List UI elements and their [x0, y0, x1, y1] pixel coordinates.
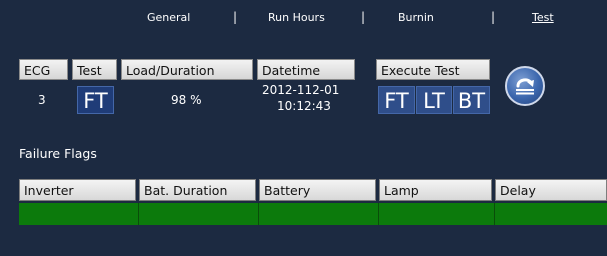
nav-separator: |	[491, 10, 496, 24]
execute-bt-button[interactable]: BT	[453, 86, 490, 114]
column-header-inverter: Inverter	[19, 179, 136, 201]
top-nav: General | Run Hours | Burnin | Test	[0, 0, 607, 36]
flag-cell-lamp	[379, 203, 495, 225]
nav-separator: |	[233, 10, 238, 24]
test-type-value: FT	[77, 86, 114, 114]
header-test: Test	[72, 59, 117, 80]
tab-general[interactable]: General	[147, 11, 190, 24]
run-test-button[interactable]	[505, 66, 545, 106]
ecg-value: 3	[38, 93, 46, 107]
header-execute-test: Execute Test	[376, 59, 490, 80]
tab-run-hours[interactable]: Run Hours	[268, 11, 325, 24]
header-ecg: ECG	[19, 59, 68, 80]
column-header-lamp: Lamp	[379, 179, 492, 201]
execute-ft-button[interactable]: FT	[378, 86, 415, 114]
flag-cell-delay	[495, 203, 607, 225]
column-header-delay: Delay	[495, 179, 607, 201]
execute-lt-button[interactable]: LT	[416, 86, 452, 114]
nav-separator: |	[361, 10, 366, 24]
header-load-duration: Load/Duration	[121, 59, 253, 80]
date-value: 2012-112-01	[262, 83, 340, 97]
failure-flags-title: Failure Flags	[19, 146, 97, 161]
flag-cell-battery	[259, 203, 379, 225]
column-header-bat-duration: Bat. Duration	[139, 179, 256, 201]
flag-cell-inverter	[19, 203, 139, 225]
flag-cell-bat-duration	[139, 203, 259, 225]
redo-arrow-icon	[516, 78, 534, 95]
header-datetime: Datetime	[257, 59, 355, 80]
column-header-battery: Battery	[259, 179, 376, 201]
tab-test[interactable]: Test	[532, 11, 554, 24]
tab-burnin[interactable]: Burnin	[398, 11, 434, 24]
load-duration-value: 98 %	[171, 93, 202, 107]
time-value: 10:12:43	[277, 99, 331, 113]
